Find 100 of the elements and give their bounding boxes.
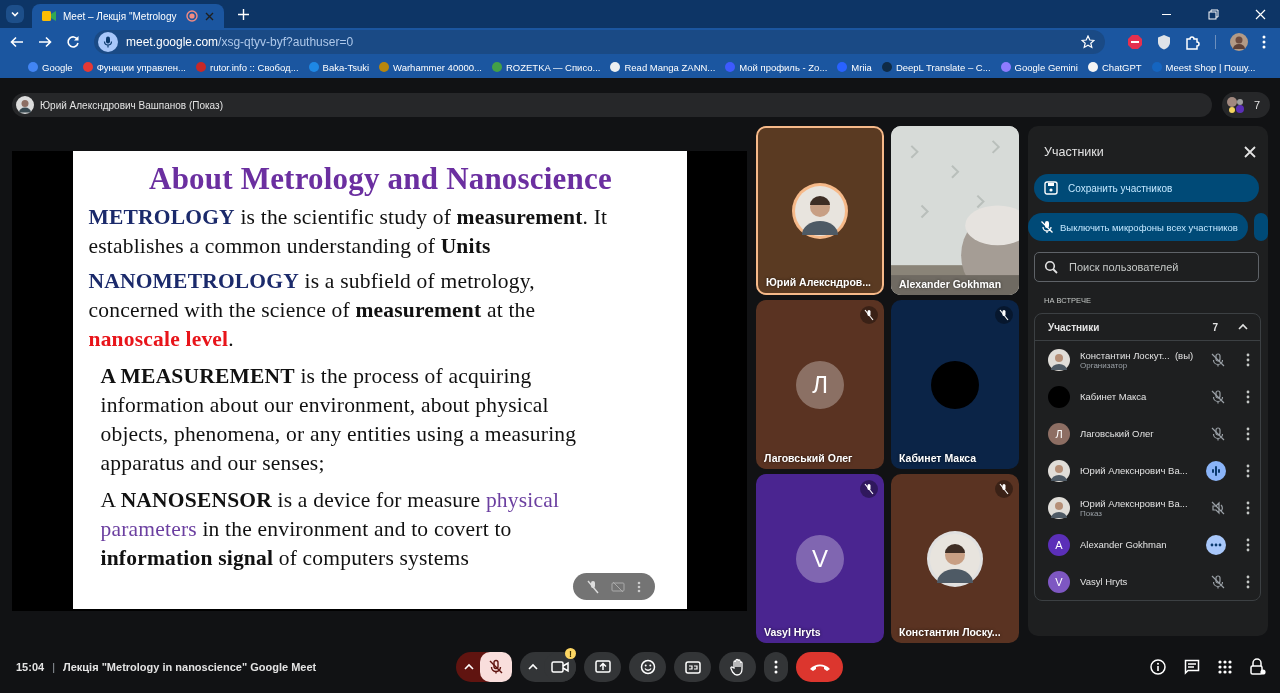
hang-up-icon [808, 662, 831, 672]
emoji-button[interactable] [629, 652, 666, 682]
slide-paragraph: NANOMETROLOGY is a subfield of metrology, concerned with the science of measurement at the nanoscale level. [88, 268, 537, 353]
bookmark[interactable]: Google [28, 61, 73, 73]
tab-title: Meet – Лекція "Metrology [63, 10, 178, 22]
muted-microphone-icon[interactable] [1210, 351, 1226, 368]
chat-icon[interactable] [1184, 659, 1200, 675]
avatar [792, 182, 848, 239]
captions-icon [684, 660, 701, 674]
reload-icon[interactable] [66, 35, 80, 49]
host-controls-icon[interactable] [1250, 658, 1266, 676]
slide-paragraph: A NANOSENSOR is a device for measure physical parameters in the environment and to covert to information signal of computers systems [100, 487, 561, 572]
present-screen-icon [594, 660, 611, 674]
avatar-letter: V [1048, 570, 1070, 593]
extensions-icon[interactable] [1185, 34, 1201, 50]
avatar [1048, 496, 1070, 519]
bookmark[interactable]: Mriia [837, 61, 872, 73]
video-tile[interactable]: V Vasyl Hryts [756, 474, 884, 643]
shield-icon[interactable] [1157, 34, 1171, 50]
bookmark[interactable]: ROZETKA — Списо... [491, 61, 601, 73]
slide-paragraph: A MEASUREMENT is the process of acquiring information about our environment, about physical objects, phenomena, or any entities using a measuring apparatus and our senses; [100, 363, 578, 477]
url-text: meet.google.com/xsg-qtyv-byf?authuser=0 [126, 35, 354, 49]
avatar [1048, 459, 1070, 482]
star-icon[interactable] [1081, 35, 1095, 49]
back-icon[interactable] [10, 35, 24, 49]
muted-microphone-icon[interactable] [1210, 573, 1226, 590]
panel-title: Участники [1044, 145, 1104, 159]
save-participants-button[interactable]: Сохранить участников [1034, 174, 1259, 202]
chevron-down-icon [10, 9, 20, 19]
restore-icon[interactable] [1208, 8, 1219, 20]
participant-name: Юрий Алекснрович Ва... [1080, 465, 1189, 476]
profile-avatar[interactable] [1230, 33, 1248, 51]
bookmark[interactable]: Meest Shop | Пошу... [1151, 61, 1256, 73]
bookmark[interactable]: Google Gemini [1000, 61, 1078, 73]
forward-icon[interactable] [38, 35, 52, 49]
slide-title: About Metrology and Nanoscience [148, 161, 613, 197]
muted-microphone-icon[interactable] [1210, 425, 1226, 442]
more-icon[interactable] [1246, 389, 1250, 404]
clock: 15:04 [16, 661, 45, 673]
more-icon[interactable] [1246, 537, 1250, 552]
info-icon[interactable] [1150, 659, 1166, 675]
meeting-title: Лекція "Metrology in nanoscience" Google Meet [63, 661, 317, 673]
more-icon[interactable] [1246, 574, 1250, 589]
apps-icon[interactable] [1218, 660, 1232, 674]
new-tab-icon[interactable] [238, 8, 249, 20]
participant-name: Лаговський Олег [764, 452, 853, 464]
more-icon[interactable] [1246, 426, 1250, 441]
video-tile[interactable]: Юрий Алексндров... [756, 126, 884, 295]
participant-name: Vasyl Hryts [1080, 576, 1129, 587]
more-options-button[interactable] [764, 652, 788, 682]
browser-tab[interactable]: Meet – Лекція "Metrology [32, 4, 224, 28]
menu-icon[interactable] [1262, 35, 1266, 49]
presentation-controls[interactable] [572, 573, 655, 600]
avatar-letter: Л [796, 360, 844, 409]
raise-hand-button[interactable] [719, 652, 756, 682]
avatar-letter: Л [1048, 422, 1070, 445]
bookmark[interactable]: ChatGPT [1088, 61, 1142, 73]
bookmark[interactable]: Baka-Tsuki [308, 61, 370, 73]
address-field[interactable]: meet.google.com/xsg-qtyv-byf?authuser=0 [94, 30, 1105, 54]
hand-icon [729, 658, 746, 676]
tab-search-button[interactable] [6, 5, 24, 23]
search-field[interactable]: Поиск пользователей [1034, 252, 1259, 282]
save-icon [1044, 181, 1058, 195]
bookmark[interactable]: rutor.info :: Свобод... [196, 61, 299, 73]
video-tile[interactable]: Alexander Gokhman [891, 126, 1019, 295]
end-call-button[interactable] [796, 652, 843, 682]
avatar-letter: A [1048, 533, 1070, 556]
participants-group-header[interactable]: Участники 7 [1035, 314, 1260, 341]
more-icon[interactable] [1246, 352, 1250, 367]
participants-button[interactable]: 7 [1221, 92, 1270, 118]
muted-microphone-icon[interactable] [1210, 388, 1226, 405]
more-icon[interactable] [1246, 500, 1250, 515]
mute-all-button[interactable]: Выключить микрофоны всех участников [1028, 213, 1248, 241]
participant-name: Кабинет Макса [1080, 391, 1148, 402]
avatar [16, 96, 34, 114]
participant-name: Alexander Gokhman [899, 278, 1002, 290]
video-tile[interactable]: Константин Лоску... [891, 474, 1019, 643]
bookmark[interactable]: Функции управлен... [82, 61, 186, 73]
camera-icon [551, 660, 569, 674]
bookmark[interactable]: Read Manga ZANN... [610, 61, 716, 73]
bookmark[interactable]: DeepL Translate – C... [881, 61, 991, 73]
captions-button[interactable] [674, 652, 711, 682]
smiley-icon [639, 659, 656, 675]
muted-microphone-icon [1040, 220, 1054, 234]
avatar-letter: V [796, 534, 844, 583]
bookmark[interactable]: Мой профиль - Zo... [725, 61, 828, 73]
participant-role: Показ [1080, 508, 1102, 518]
participant-name: Константин Лоскут... (вы) [1080, 349, 1195, 361]
microphone-control[interactable] [456, 652, 512, 682]
more-icon[interactable] [1246, 463, 1250, 478]
participant-name: Константин Лоску... [899, 626, 1001, 638]
presenter-name: Юрий Алексндрович Вашпанов (Показ) [40, 99, 223, 111]
audio-level-icon [1206, 534, 1226, 555]
video-tile[interactable]: Кабинет Макса [891, 300, 1019, 469]
video-tile[interactable]: Л Лаговський Олег [756, 300, 884, 469]
bookmark[interactable]: Warhammer 40000... [379, 61, 482, 73]
muted-microphone-icon[interactable] [586, 579, 601, 594]
avatars-icon [1225, 96, 1246, 114]
muted-audio-icon[interactable] [1210, 499, 1226, 516]
present-button[interactable] [584, 652, 621, 682]
